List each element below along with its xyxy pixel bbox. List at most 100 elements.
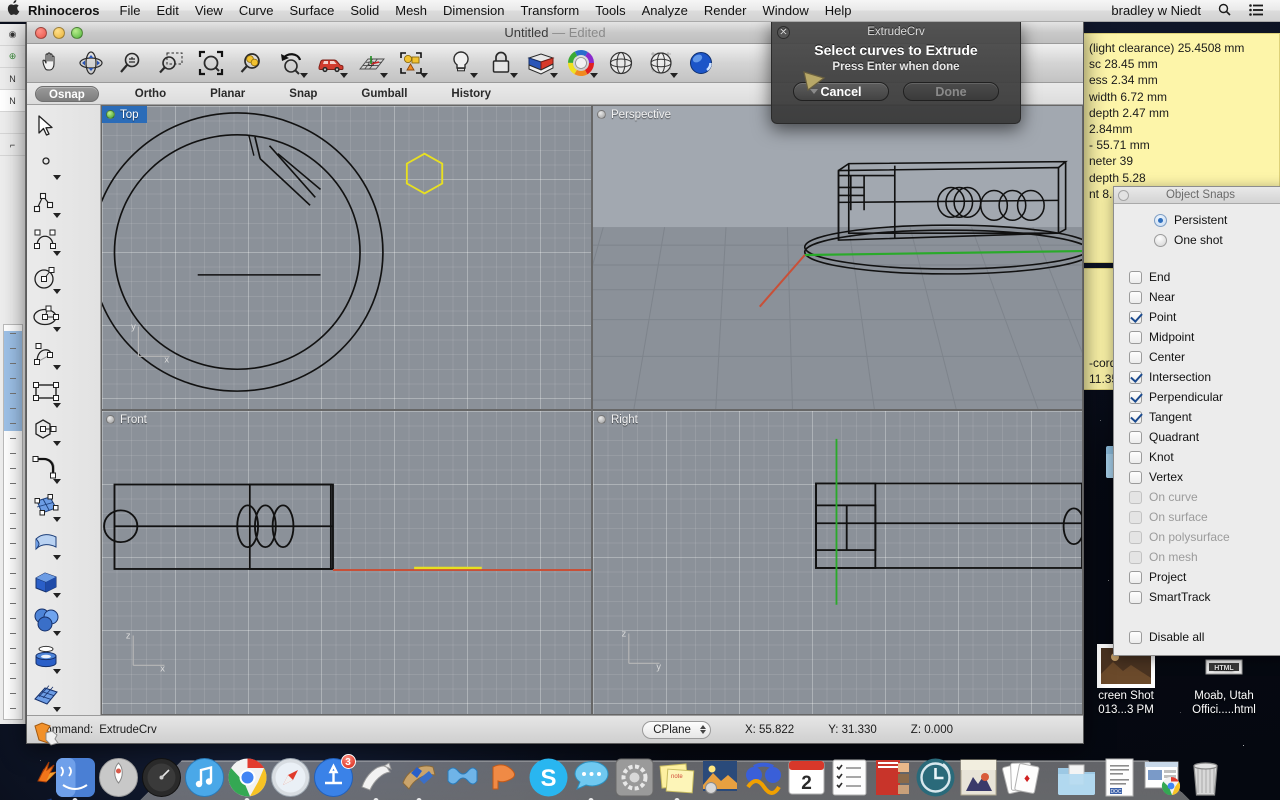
doc-file-icon[interactable]: DOC	[1099, 757, 1140, 798]
messages-icon[interactable]	[571, 757, 612, 800]
poster-icon[interactable]	[958, 757, 999, 798]
polyline-icon[interactable]	[27, 183, 64, 221]
audacity-icon[interactable]	[743, 757, 784, 798]
shaded-sphere-icon[interactable]	[601, 46, 641, 81]
checkbox-icon[interactable]	[1129, 630, 1142, 644]
chrome-download-icon[interactable]	[1142, 757, 1183, 798]
launchpad-icon[interactable]	[98, 757, 139, 798]
checkbox-icon[interactable]	[1129, 410, 1142, 424]
viewport-right[interactable]: Right z y	[592, 410, 1083, 715]
osnap-midpoint[interactable]: Midpoint	[1114, 327, 1280, 347]
chevron-down-icon[interactable]	[53, 517, 61, 522]
osnap-disable-all[interactable]: Disable all	[1114, 627, 1280, 647]
chevron-down-icon[interactable]	[53, 593, 61, 598]
chevron-down-icon[interactable]	[53, 707, 61, 712]
app-store-icon[interactable]: 3	[313, 754, 356, 798]
chevron-down-icon[interactable]	[470, 72, 478, 78]
menu-item-surface[interactable]: Surface	[282, 0, 343, 22]
ghosted-sphere-icon[interactable]	[641, 46, 681, 81]
rendered-sphere-icon[interactable]	[681, 46, 721, 81]
light-bulb-icon[interactable]	[441, 46, 481, 81]
zoom-selected-icon[interactable]	[231, 46, 271, 81]
planar-toggle[interactable]: Planar	[188, 88, 267, 100]
viewport-top[interactable]: Top y x	[101, 105, 592, 410]
osnap-near[interactable]: Near	[1114, 287, 1280, 307]
fillet-curves-icon[interactable]	[27, 449, 64, 487]
named-views-icon[interactable]	[391, 46, 431, 81]
zoom-extents-icon[interactable]	[191, 46, 231, 81]
chevron-down-icon[interactable]	[53, 251, 61, 256]
skype-icon[interactable]: S	[528, 757, 569, 798]
system-preferences-icon[interactable]	[614, 757, 655, 798]
reminders-icon[interactable]	[829, 757, 870, 798]
menu-item-analyze[interactable]: Analyze	[634, 0, 696, 22]
chevron-updown-icon[interactable]	[697, 725, 706, 734]
word-icon[interactable]	[442, 757, 483, 798]
list-icon[interactable]	[1240, 3, 1272, 19]
preview-icon[interactable]	[700, 757, 741, 798]
layers-icon[interactable]	[521, 46, 561, 81]
rotate-view-icon[interactable]	[71, 46, 111, 81]
osnap-intersection[interactable]: Intersection	[1114, 367, 1280, 387]
viewport-front[interactable]: Front z x	[101, 410, 592, 715]
chevron-down-icon[interactable]	[300, 72, 308, 78]
menu-item-transform[interactable]: Transform	[512, 0, 587, 22]
viewport-title-top[interactable]: Top	[102, 106, 147, 123]
chevron-down-icon[interactable]	[53, 631, 61, 636]
chevron-down-icon[interactable]	[670, 72, 678, 78]
car-icon[interactable]	[311, 46, 351, 81]
viewport-perspective[interactable]: Perspective	[592, 105, 1083, 410]
menu-item-solid[interactable]: Solid	[342, 0, 387, 22]
select-objects-icon[interactable]	[27, 107, 64, 145]
zoom-window-icon[interactable]	[151, 46, 191, 81]
osnap-point[interactable]: Point	[1114, 307, 1280, 327]
menu-item-window[interactable]: Window	[754, 0, 816, 22]
calendar-icon[interactable]: 2	[786, 757, 827, 798]
mesh-plane-icon[interactable]	[27, 677, 64, 715]
surface-from-curves-icon[interactable]	[27, 487, 64, 525]
osnap-project[interactable]: Project	[1114, 567, 1280, 587]
viewport-title-perspective[interactable]: Perspective	[593, 106, 679, 123]
radio-icon[interactable]	[1154, 213, 1167, 227]
viewport-title-front[interactable]: Front	[102, 411, 155, 428]
circle-icon[interactable]	[27, 259, 64, 297]
box-icon[interactable]	[27, 563, 64, 601]
chevron-down-icon[interactable]	[590, 72, 598, 78]
menu-item-tools[interactable]: Tools	[587, 0, 633, 22]
curve-icon[interactable]	[27, 221, 64, 259]
loft-surface-icon[interactable]	[27, 525, 64, 563]
menu-item-file[interactable]: File	[112, 0, 149, 22]
chevron-down-icon[interactable]	[53, 289, 61, 294]
menu-item-edit[interactable]: Edit	[148, 0, 186, 22]
checkbox-icon[interactable]	[1129, 310, 1142, 324]
checkbox-icon[interactable]	[1129, 570, 1142, 584]
checkbox-icon[interactable]	[1129, 470, 1142, 484]
rectangle-icon[interactable]	[27, 373, 64, 411]
chrome-icon[interactable]	[227, 757, 268, 800]
lock-icon[interactable]	[481, 46, 521, 81]
osnap-end[interactable]: End	[1114, 267, 1280, 287]
osnap-quadrant[interactable]: Quadrant	[1114, 427, 1280, 447]
chevron-down-icon[interactable]	[550, 72, 558, 78]
chevron-down-icon[interactable]	[53, 403, 61, 408]
osnap-mode-oneshot[interactable]: One shot	[1114, 230, 1280, 250]
checkbox-icon[interactable]	[1129, 330, 1142, 344]
search-icon[interactable]	[1209, 3, 1240, 19]
finder-icon[interactable]	[55, 757, 96, 800]
chevron-down-icon[interactable]	[53, 441, 61, 446]
checkbox-icon[interactable]	[1129, 450, 1142, 464]
powerpoint-icon[interactable]	[485, 757, 526, 798]
menu-item-mesh[interactable]: Mesh	[387, 0, 435, 22]
set-cplane-icon[interactable]	[351, 46, 391, 81]
cards-icon[interactable]: ♦	[1001, 757, 1042, 798]
checkbox-icon[interactable]	[1129, 430, 1142, 444]
history-toggle[interactable]: History	[429, 88, 513, 100]
ellipse-icon[interactable]	[27, 297, 64, 335]
color-wheel-icon[interactable]	[561, 46, 601, 81]
chevron-down-icon[interactable]	[420, 72, 428, 78]
radio-icon[interactable]	[1154, 233, 1167, 247]
chevron-down-icon[interactable]	[340, 72, 348, 78]
checkbox-icon[interactable]	[1129, 290, 1142, 304]
osnap-center[interactable]: Center	[1114, 347, 1280, 367]
chevron-down-icon[interactable]	[53, 175, 61, 180]
